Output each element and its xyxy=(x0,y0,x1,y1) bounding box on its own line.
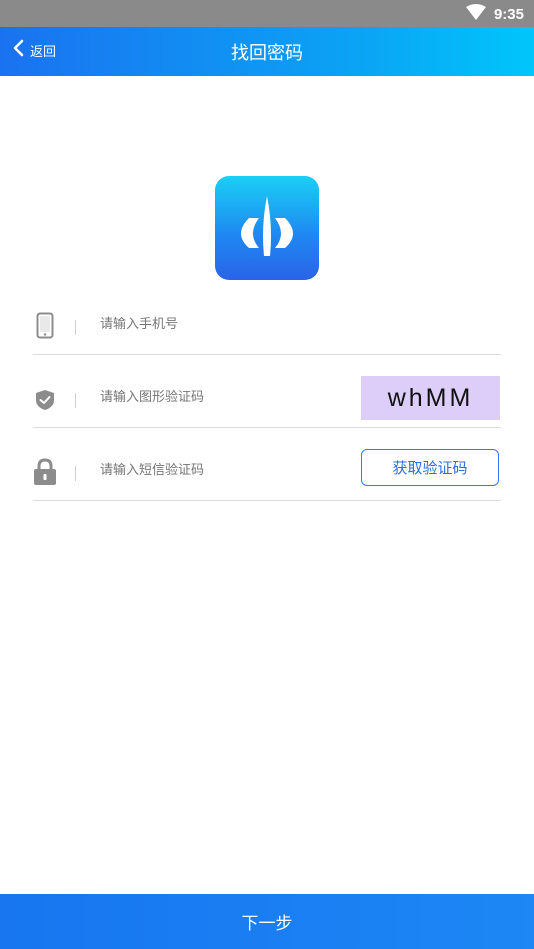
app-logo-icon xyxy=(215,176,319,280)
captcha-input[interactable] xyxy=(100,389,330,404)
status-right: 9:35 xyxy=(465,4,524,24)
separator xyxy=(75,320,76,335)
sms-input[interactable] xyxy=(100,462,330,477)
status-time: 9:35 xyxy=(493,5,524,23)
get-code-button[interactable]: 获取验证码 xyxy=(361,449,499,486)
phone-icon xyxy=(36,312,54,343)
header-bar: 返回 找回密码 xyxy=(0,27,534,76)
page-title: 找回密码 xyxy=(231,43,303,64)
status-bar: 9:35 xyxy=(0,0,534,27)
separator xyxy=(75,466,76,481)
lock-icon xyxy=(33,458,57,490)
sms-row: 获取验证码 xyxy=(33,426,501,501)
separator xyxy=(75,393,76,408)
phone-input[interactable] xyxy=(100,316,340,331)
wifi-icon xyxy=(465,4,486,24)
next-button[interactable]: 下一步 xyxy=(0,894,534,949)
captcha-row: whMM xyxy=(33,353,501,428)
phone-row xyxy=(33,280,501,355)
captcha-image[interactable]: whMM xyxy=(361,376,500,420)
shield-check-icon xyxy=(35,389,55,415)
